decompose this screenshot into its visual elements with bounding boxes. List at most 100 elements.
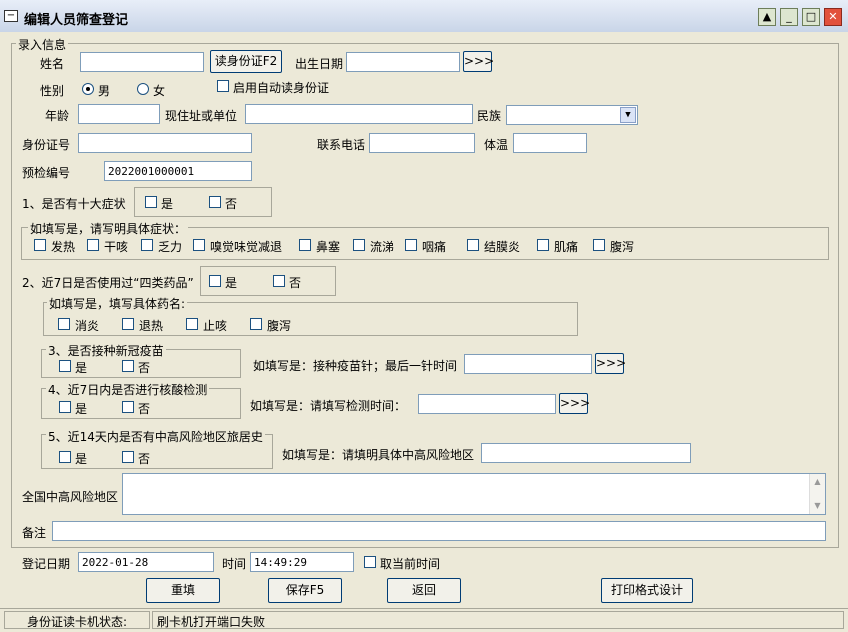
drug-label: 消炎	[75, 319, 100, 333]
q4-yes-checkbox[interactable]	[59, 401, 71, 413]
q3-no-checkbox[interactable]	[122, 360, 134, 372]
time-input[interactable]	[250, 552, 354, 572]
q2-label: 2、近7日是否使用过“四类药品”	[22, 276, 194, 290]
age-input[interactable]	[78, 104, 160, 124]
symptom-checkbox[interactable]	[353, 239, 365, 251]
name-label: 姓名	[40, 57, 65, 71]
chevron-down-icon[interactable]: ▼	[620, 107, 636, 123]
symptom-checkbox[interactable]	[141, 239, 153, 251]
print-format-design-button[interactable]: 打印格式设计	[601, 578, 693, 603]
q5-no-checkbox[interactable]	[122, 451, 134, 463]
symptom-checkbox[interactable]	[299, 239, 311, 251]
symptom-label: 腹泻	[610, 240, 635, 254]
q3-yes-label: 是	[75, 361, 88, 375]
read-id-button[interactable]: 读身份证F2	[210, 50, 282, 73]
minimize-button[interactable]: _	[780, 8, 798, 26]
birth-date-input[interactable]	[346, 52, 460, 72]
symptom-checkbox[interactable]	[467, 239, 479, 251]
ethnicity-select[interactable]: ▼	[506, 105, 638, 125]
q1-label: 1、是否有十大症状	[22, 197, 126, 211]
symptom-checkbox[interactable]	[34, 239, 46, 251]
temperature-label: 体温	[484, 138, 509, 152]
q3-detail-label: 如填写是：接种疫苗针；最后一针时间	[253, 359, 458, 373]
q1-no-label: 否	[225, 197, 238, 211]
q2-no-label: 否	[289, 276, 302, 290]
reader-status-label: 身份证读卡机状态:	[4, 611, 150, 629]
close-button[interactable]: ✕	[824, 8, 842, 26]
reader-status-value: 刷卡机打开端口失败	[152, 611, 844, 629]
q5-detail-label: 如填写是：请填明具体中高风险地区	[282, 448, 475, 462]
app-menu-icon[interactable]: −	[4, 10, 18, 22]
q2-yes-label: 是	[225, 276, 238, 290]
symptom-checkbox[interactable]	[593, 239, 605, 251]
maximize-button[interactable]: □	[802, 8, 820, 26]
symptom-label: 鼻塞	[316, 240, 341, 254]
drug-label: 腹泻	[267, 319, 292, 333]
q2-no-checkbox[interactable]	[273, 275, 285, 287]
symptom-label: 乏力	[158, 240, 183, 254]
reset-button[interactable]: 重填	[146, 578, 220, 603]
q4-no-checkbox[interactable]	[122, 401, 134, 413]
q4-detail-label: 如填写是：请填写检测时间：	[250, 399, 407, 413]
precheck-number-input[interactable]	[104, 161, 252, 181]
q3-no-label: 否	[138, 361, 151, 375]
q5-no-label: 否	[138, 452, 151, 466]
gender-female-radio[interactable]	[137, 83, 149, 95]
nucleic-date-picker-button[interactable]: >>>	[559, 393, 591, 414]
address-input[interactable]	[245, 104, 473, 124]
q3-yes-checkbox[interactable]	[59, 360, 71, 372]
scroll-down-icon[interactable]: ▼	[811, 499, 824, 513]
q5-yes-checkbox[interactable]	[59, 451, 71, 463]
q1-yes-checkbox[interactable]	[145, 196, 157, 208]
risk-area-input[interactable]	[481, 443, 691, 463]
drug-label: 止咳	[203, 319, 228, 333]
nucleic-test-time-input[interactable]	[418, 394, 556, 414]
birth-date-picker-button[interactable]: >>>	[463, 51, 495, 72]
read-id-button-label: 读身份证F2	[214, 54, 278, 68]
help-icon[interactable]: ▲	[758, 8, 776, 26]
back-button[interactable]: 返回	[387, 578, 461, 603]
scroll-up-icon[interactable]: ▲	[811, 475, 824, 489]
q1-yes-label: 是	[161, 197, 174, 211]
symptom-checkbox[interactable]	[87, 239, 99, 251]
auto-read-id-label: 启用自动读身份证	[233, 81, 330, 95]
symptom-label: 咽痛	[422, 240, 447, 254]
risk-area-textarea[interactable]: ▲ ▼	[122, 473, 826, 515]
risk-area-scrollbar[interactable]: ▲ ▼	[809, 474, 825, 514]
nucleic-date-picker-label: >>>	[560, 396, 591, 410]
print-format-design-button-label: 打印格式设计	[610, 583, 683, 597]
q1-no-checkbox[interactable]	[209, 196, 221, 208]
q3-label: 3、是否接种新冠疫苗	[46, 342, 166, 359]
gender-male-radio[interactable]	[82, 83, 94, 95]
vaccine-date-picker-button[interactable]: >>>	[595, 353, 626, 374]
input-info-legend: 录入信息	[16, 36, 69, 53]
auto-read-id-checkbox[interactable]	[217, 80, 229, 92]
current-time-checkbox[interactable]	[364, 556, 376, 568]
temperature-input[interactable]	[513, 133, 587, 153]
gender-male-label: 男	[98, 84, 111, 98]
drug-checkbox[interactable]	[58, 318, 70, 330]
q5-yes-label: 是	[75, 452, 88, 466]
save-button-label: 保存F5	[285, 583, 325, 597]
gender-label: 性别	[40, 84, 65, 98]
name-input[interactable]	[80, 52, 204, 72]
drug-checkbox[interactable]	[122, 318, 134, 330]
q2-yes-checkbox[interactable]	[209, 275, 221, 287]
symptoms-legend: 如填写是，请写明具体症状：	[28, 220, 189, 237]
remark-input[interactable]	[52, 521, 826, 541]
save-button[interactable]: 保存F5	[268, 578, 342, 603]
phone-input[interactable]	[369, 133, 475, 153]
back-button-label: 返回	[411, 583, 436, 597]
drug-checkbox[interactable]	[250, 318, 262, 330]
id-number-input[interactable]	[78, 133, 252, 153]
gender-female-label: 女	[153, 84, 166, 98]
registration-date-input[interactable]	[78, 552, 214, 572]
symptom-checkbox[interactable]	[537, 239, 549, 251]
vaccine-last-dose-input[interactable]	[464, 354, 592, 374]
drugs-legend: 如填写是，填写具体药名:	[47, 295, 188, 312]
birth-date-picker-label: >>>	[464, 54, 495, 68]
precheck-number-label: 预检编号	[22, 166, 71, 180]
drug-checkbox[interactable]	[186, 318, 198, 330]
symptom-checkbox[interactable]	[405, 239, 417, 251]
symptom-checkbox[interactable]	[193, 239, 205, 251]
